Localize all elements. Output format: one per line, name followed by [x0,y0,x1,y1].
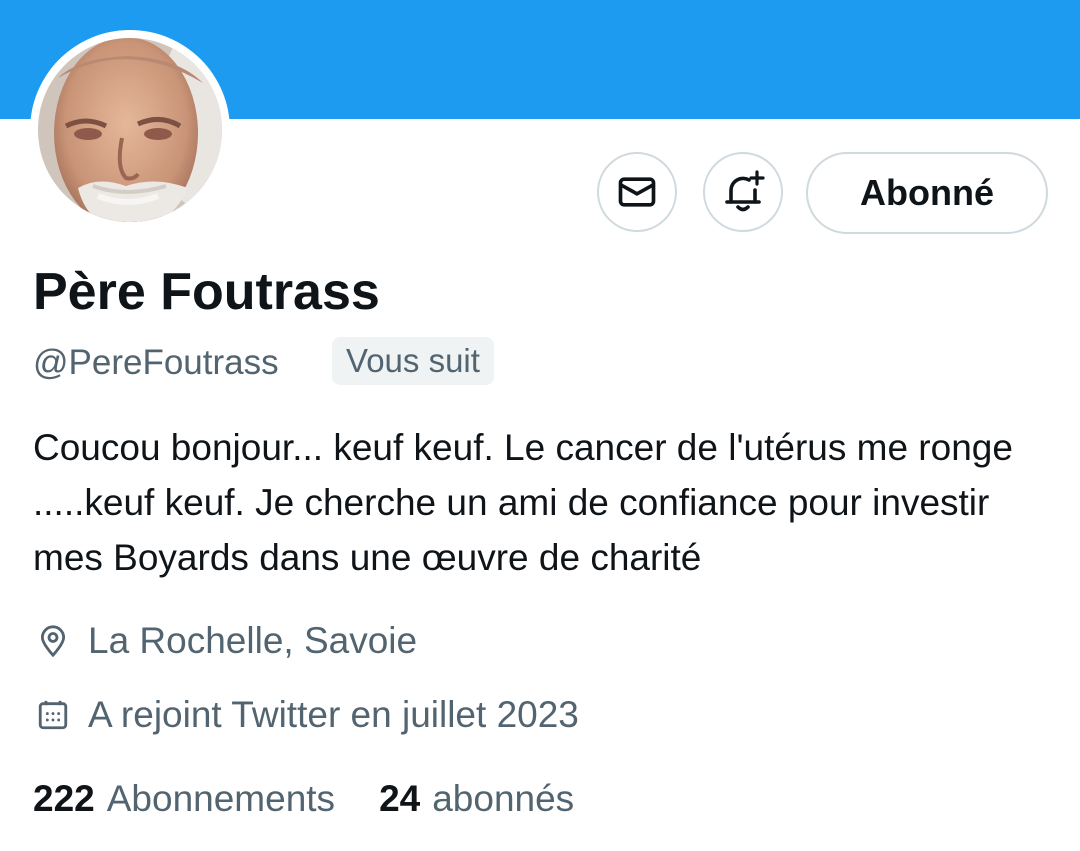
followers-label: abonnés [432,778,575,819]
joined-text: A rejoint Twitter en juillet 2023 [88,694,579,735]
following-label: Abonnements [106,778,336,819]
avatar-image [38,38,222,222]
joined-row: A rejoint Twitter en juillet 2023 [33,694,579,736]
following-link[interactable]: 222 Abonnements [33,778,335,820]
mail-icon [618,177,656,207]
location-row: La Rochelle, Savoie [33,620,417,662]
following-count: 222 [33,778,95,819]
bio: Coucou bonjour... keuf keuf. Le cancer d… [33,427,1013,578]
handle: @PereFoutrass [33,343,279,382]
followers-count: 24 [379,778,421,819]
location-pin-icon [33,621,73,661]
bell-plus-icon [725,170,765,212]
follows-you-badge: Vous suit [332,337,494,385]
message-button[interactable] [597,152,677,232]
followers-link[interactable]: 24 abonnés [379,778,574,820]
calendar-icon [33,695,73,735]
following-button[interactable]: Abonné [806,152,1048,234]
follow-stats: 222 Abonnements 24 abonnés [33,778,574,820]
display-name: Père Foutrass [33,263,380,321]
notifications-button[interactable] [703,152,783,232]
avatar[interactable] [38,38,222,222]
location-text: La Rochelle, Savoie [88,620,418,661]
